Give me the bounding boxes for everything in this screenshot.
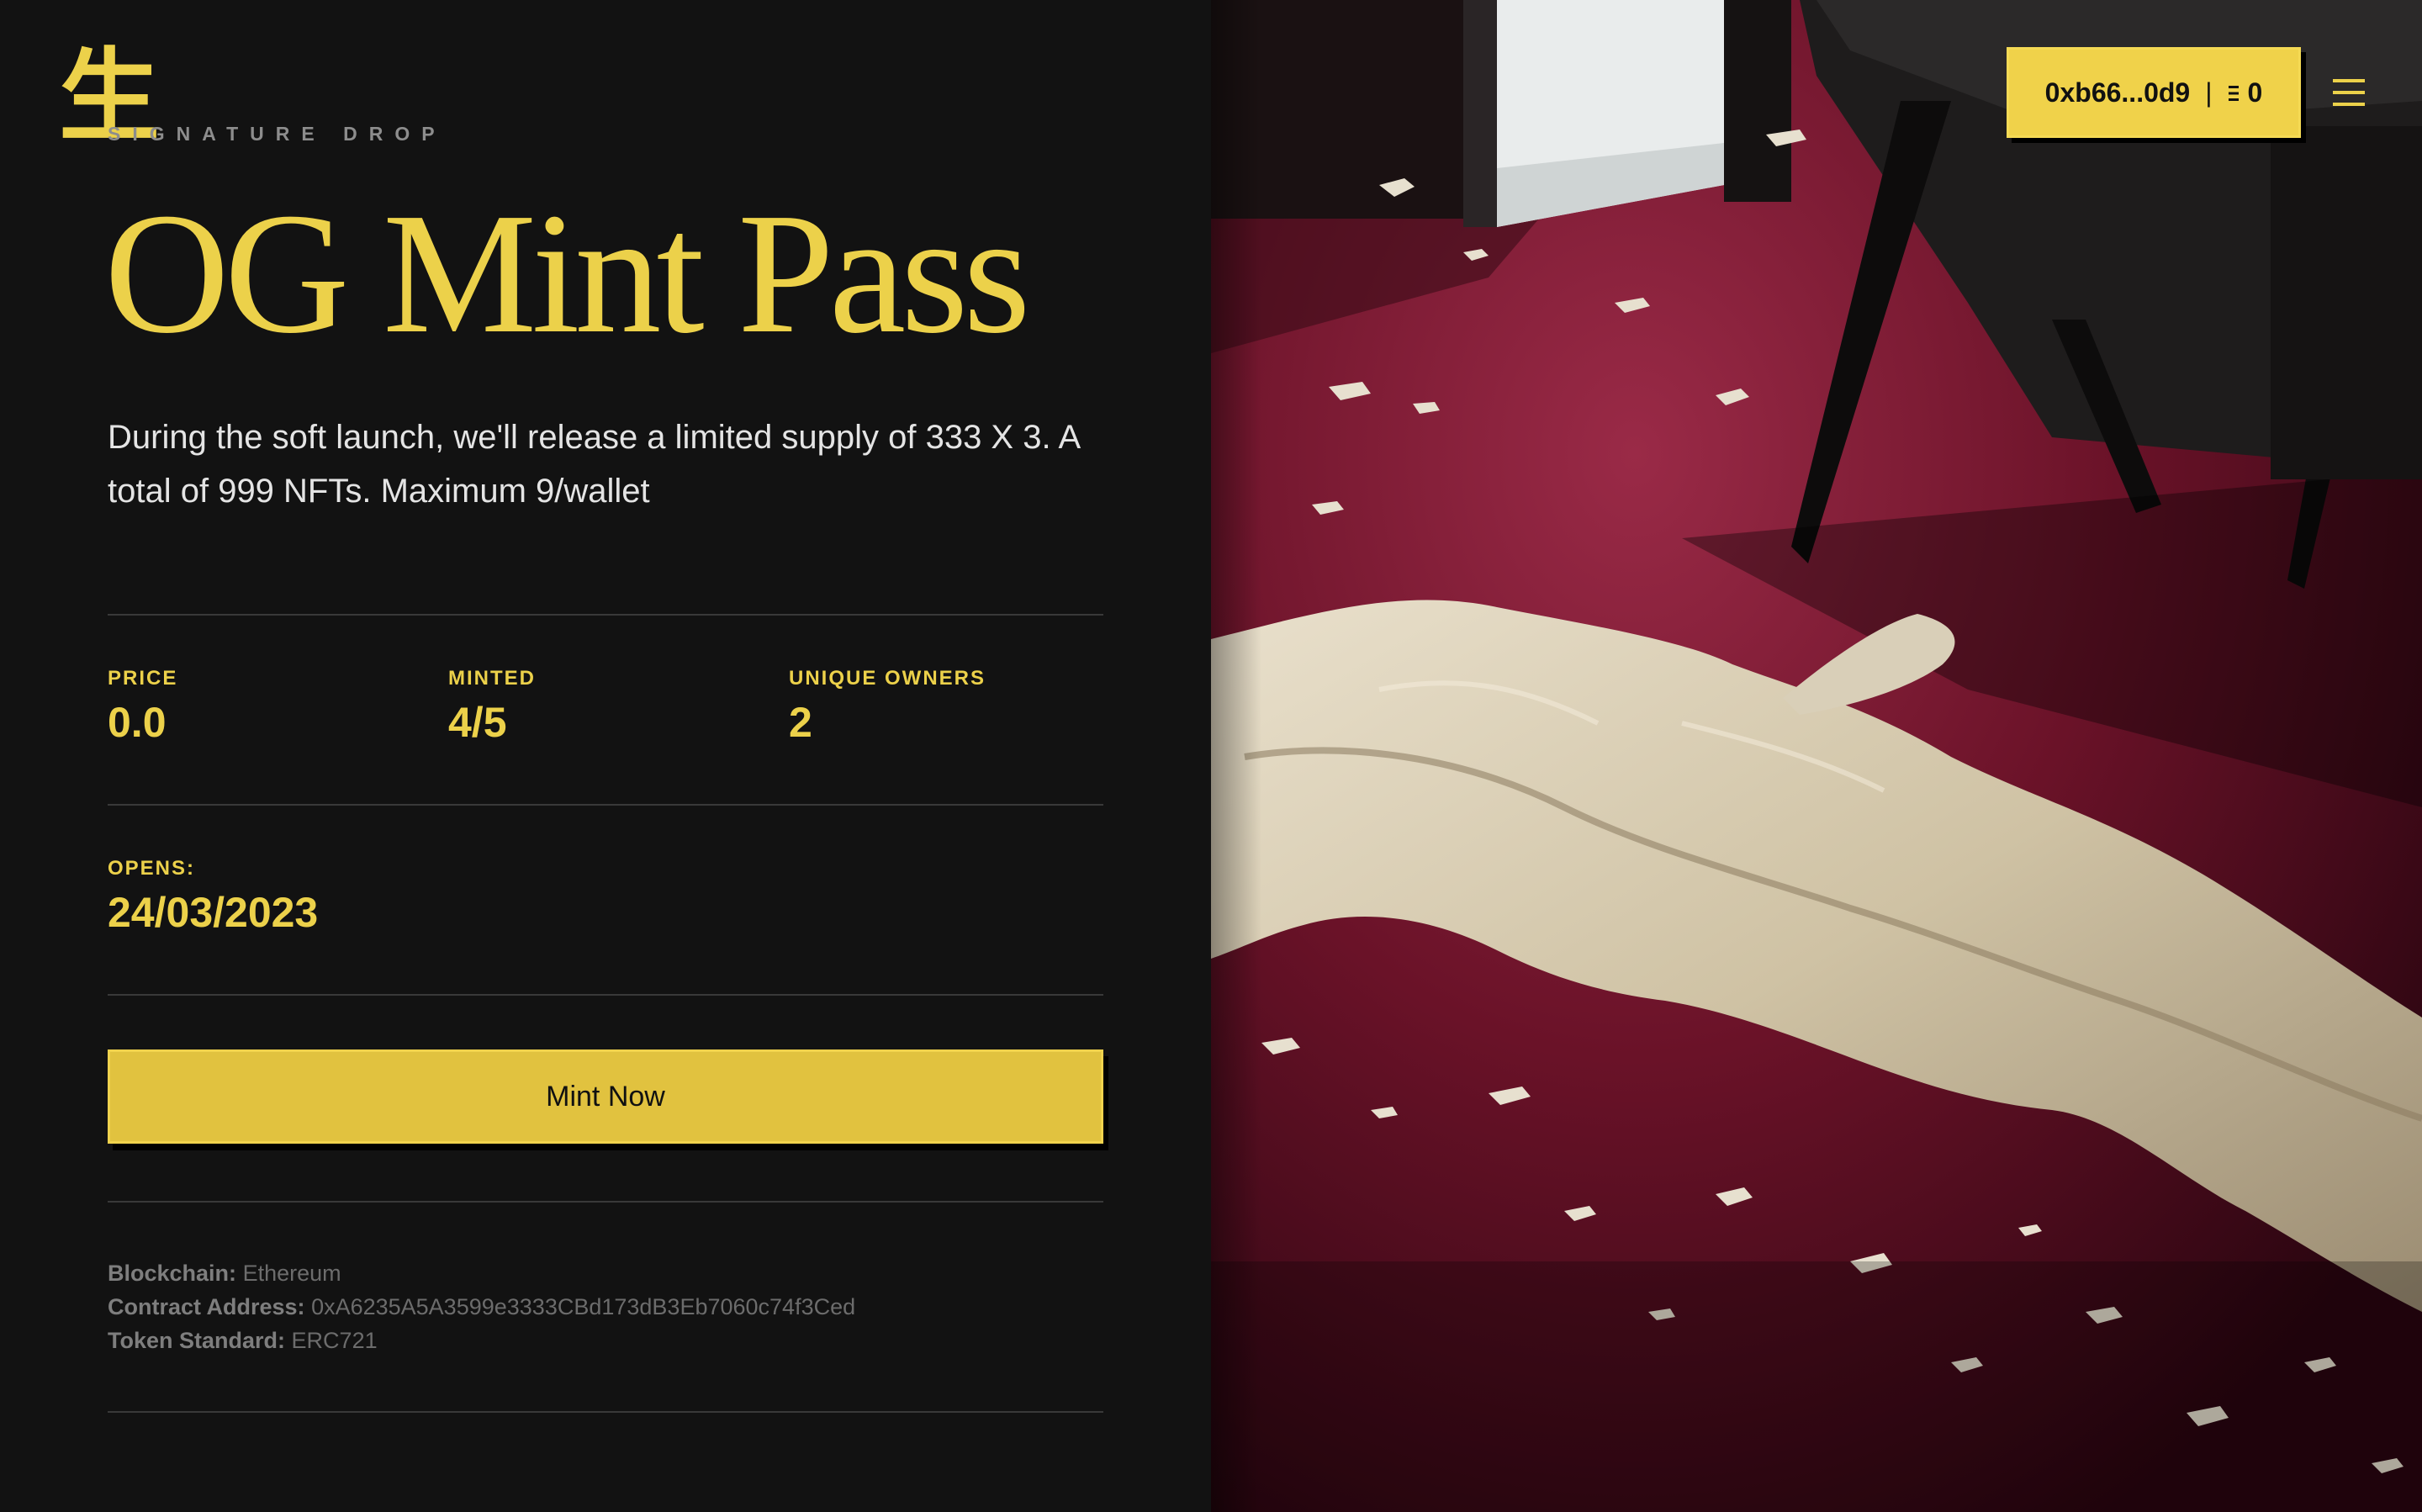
mint-now-button[interactable]: Mint Now bbox=[108, 1049, 1103, 1144]
drop-description: During the soft launch, we'll release a … bbox=[108, 419, 1079, 510]
token-standard-row: Token Standard: ERC721 bbox=[108, 1324, 855, 1357]
divider bbox=[108, 994, 1103, 996]
stat-minted: MINTED 4/5 bbox=[448, 666, 536, 748]
unique-owners-label: UNIQUE OWNERS bbox=[789, 667, 986, 690]
divider bbox=[108, 804, 1103, 806]
mint-page: 生 SIGNATURE DROP OG Mint Pass During the… bbox=[0, 0, 2422, 1512]
price-label: PRICE bbox=[108, 667, 178, 690]
divider bbox=[108, 1411, 1103, 1413]
contract-details: Blockchain: Ethereum Contract Address: 0… bbox=[108, 1256, 855, 1357]
stat-price: PRICE 0.0 bbox=[108, 666, 177, 748]
price-value: 0.0 bbox=[108, 699, 167, 746]
token-standard-label: Token Standard: bbox=[108, 1328, 286, 1353]
token-standard-value: ERC721 bbox=[291, 1328, 378, 1353]
blockchain-row: Blockchain: Ethereum bbox=[108, 1256, 855, 1290]
stat-opens: OPENS: 24/03/2023 bbox=[108, 856, 318, 938]
blockchain-value: Ethereum bbox=[242, 1261, 341, 1286]
drop-info-panel: 生 SIGNATURE DROP OG Mint Pass During the… bbox=[0, 0, 1211, 1512]
minted-value: 4/5 bbox=[448, 699, 507, 746]
wallet-button[interactable]: 0xb66...0d9 | 0 bbox=[2007, 47, 2301, 138]
divider bbox=[108, 1201, 1103, 1203]
opens-label: OPENS: bbox=[108, 857, 196, 880]
stat-unique-owners: UNIQUE OWNERS 2 bbox=[789, 666, 986, 748]
minted-label: MINTED bbox=[448, 667, 536, 690]
drop-eyebrow: SIGNATURE DROP bbox=[108, 123, 447, 145]
artwork-image bbox=[1211, 0, 2422, 1512]
divider bbox=[108, 614, 1103, 616]
wallet-address: 0xb66...0d9 bbox=[2044, 77, 2191, 108]
unique-owners-value: 2 bbox=[789, 699, 812, 746]
page-title: OG Mint Pass bbox=[104, 177, 1031, 369]
wallet-separator: | bbox=[2205, 77, 2213, 108]
hamburger-menu-icon[interactable] bbox=[2333, 79, 2365, 106]
contract-address-value[interactable]: 0xA6235A5A3599e3333CBd173dB3Eb7060c74f3C… bbox=[311, 1294, 855, 1319]
ethereum-icon bbox=[2228, 86, 2239, 101]
blockchain-label: Blockchain: bbox=[108, 1261, 237, 1286]
opens-date: 24/03/2023 bbox=[108, 889, 319, 936]
contract-address-row: Contract Address: 0xA6235A5A3599e3333CBd… bbox=[108, 1290, 855, 1324]
contract-address-label: Contract Address: bbox=[108, 1294, 305, 1319]
wallet-balance: 0 bbox=[2247, 77, 2263, 108]
